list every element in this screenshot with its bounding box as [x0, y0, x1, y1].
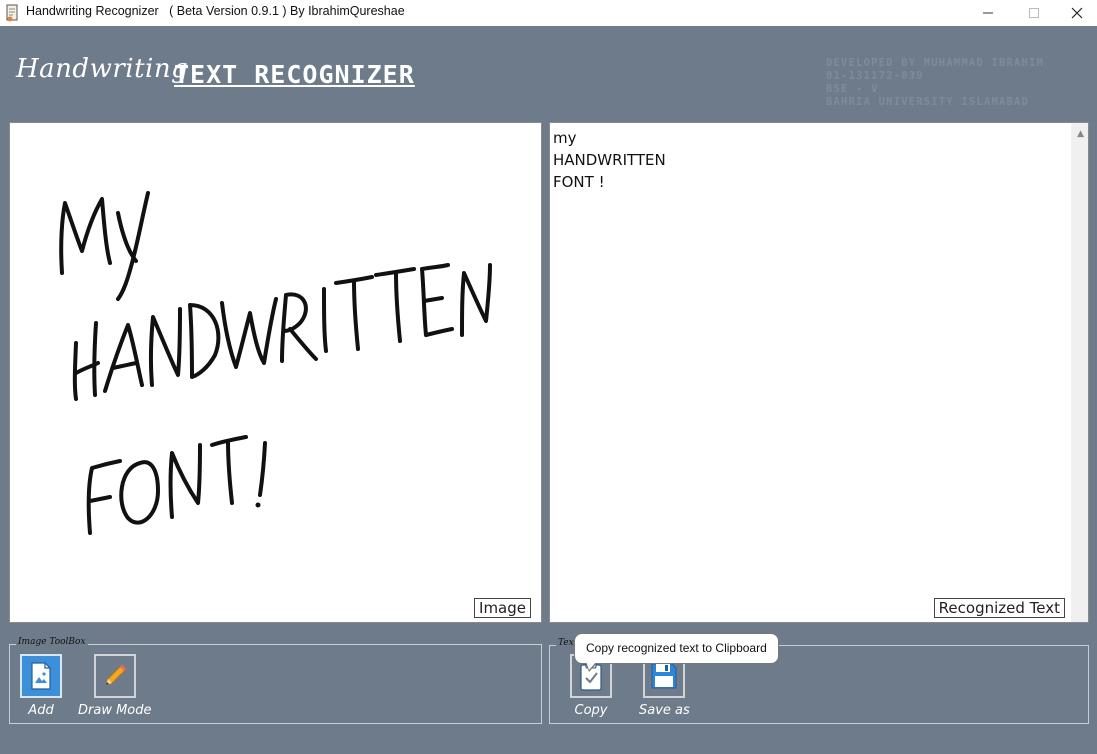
draw-mode-button[interactable]	[93, 654, 136, 698]
add-image-tool[interactable]: Add	[20, 654, 62, 718]
developer-line: BAHRIA UNIVERSITY ISLAMABAD	[826, 96, 1030, 108]
developer-line: BSE - V	[826, 83, 879, 95]
floppy-disk-icon	[651, 663, 677, 689]
save-as-label: Save as	[639, 703, 690, 718]
maximize-button[interactable]	[1011, 0, 1057, 26]
copy-label: Copy	[574, 703, 608, 718]
recognized-text-panel[interactable]: my HANDWRITTEN FONT ! ▲ Recognized Text	[549, 122, 1089, 623]
pencil-icon	[104, 664, 127, 686]
vertical-scrollbar[interactable]: ▲	[1071, 123, 1088, 622]
draw-mode-label: Draw Mode	[78, 703, 152, 718]
draw-mode-tool[interactable]: Draw Mode	[78, 654, 152, 718]
recognized-text-line: FONT !	[553, 173, 605, 191]
title-bar: Handwriting Recognizer ( Beta Version 0.…	[0, 0, 1097, 26]
close-button[interactable]	[1054, 0, 1097, 26]
app-icon	[6, 4, 18, 22]
handwriting-image	[59, 191, 492, 535]
tooltip-tail-inner	[586, 661, 597, 670]
developer-info: DEVELOPED BY MUHAMMAD IBRAHIM 01-131172-…	[826, 57, 1044, 109]
close-icon	[1071, 7, 1083, 19]
add-image-button[interactable]	[20, 654, 62, 698]
developer-line: DEVELOPED BY MUHAMMAD IBRAHIM	[826, 57, 1045, 69]
window-title: Handwriting Recognizer ( Beta Version 0.…	[26, 4, 405, 18]
scroll-up-arrow-icon[interactable]: ▲	[1077, 129, 1084, 139]
brand-main-title: TEXT RECOGNIZER	[174, 60, 415, 89]
add-image-icon	[31, 662, 51, 690]
recognized-text-line: my	[553, 129, 577, 147]
image-toolbox: Image ToolBox Add Draw Mode	[9, 637, 542, 724]
recognized-text-area[interactable]: my HANDWRITTEN FONT !	[553, 127, 666, 193]
brand-script-title: Handwriting	[16, 54, 189, 84]
minimize-icon	[983, 12, 993, 14]
maximize-icon	[1029, 8, 1039, 18]
image-toolbox-legend: Image ToolBox	[16, 637, 88, 647]
image-panel[interactable]: Image	[9, 122, 542, 623]
developer-line: 01-131172-039	[826, 70, 924, 82]
recognized-text-line: HANDWRITTEN	[553, 151, 666, 169]
recognized-text-label: Recognized Text	[933, 598, 1065, 618]
minimize-button[interactable]	[965, 0, 1011, 26]
add-image-label: Add	[28, 703, 54, 718]
image-panel-label: Image	[474, 598, 531, 618]
copy-tooltip: Copy recognized text to Clipboard	[574, 633, 779, 664]
